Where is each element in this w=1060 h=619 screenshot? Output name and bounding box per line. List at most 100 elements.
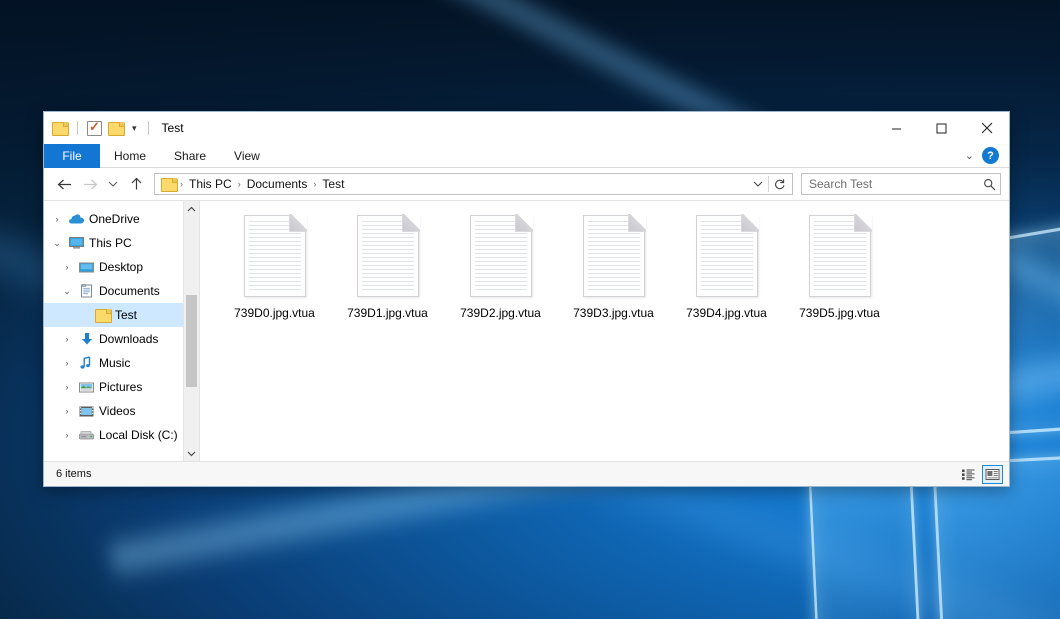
- file-name: 739D0.jpg.vtua: [234, 306, 315, 321]
- new-folder-icon[interactable]: [108, 121, 124, 135]
- ribbon-tab-bar: File Home Share View ⌄ ?: [44, 144, 1009, 168]
- tab-file[interactable]: File: [44, 144, 100, 168]
- file-item[interactable]: 739D0.jpg.vtua: [218, 211, 331, 337]
- close-button[interactable]: [964, 112, 1009, 144]
- sidebar-item-desktop[interactable]: › Desktop: [44, 255, 199, 279]
- file-list-pane[interactable]: 739D0.jpg.vtua 739D1.jpg.vtua 739D2.jpg.…: [200, 201, 1009, 461]
- breadcrumb: › This PC › Documents › Test: [179, 177, 747, 191]
- chevron-right-icon[interactable]: ›: [60, 358, 74, 368]
- folder-icon[interactable]: [52, 121, 68, 135]
- minimize-button[interactable]: [874, 112, 919, 144]
- document-file-icon: [357, 215, 419, 297]
- folder-icon: [161, 177, 177, 191]
- title-bar: ▾ Test: [44, 112, 1009, 144]
- properties-icon[interactable]: [87, 121, 102, 136]
- folder-tree: › OneDrive ⌄ This PC ›: [44, 201, 199, 447]
- details-view-button[interactable]: [958, 465, 979, 484]
- sidebar-item-music[interactable]: › Music: [44, 351, 199, 375]
- toolbar-divider: [148, 121, 149, 135]
- explorer-body: › OneDrive ⌄ This PC ›: [44, 200, 1009, 461]
- sidebar-item-downloads[interactable]: › Downloads: [44, 327, 199, 351]
- file-grid: 739D0.jpg.vtua 739D1.jpg.vtua 739D2.jpg.…: [200, 201, 1009, 337]
- chevron-down-icon[interactable]: ⌄: [50, 238, 64, 249]
- chevron-down-icon[interactable]: ⌄: [965, 149, 974, 162]
- file-item[interactable]: 739D5.jpg.vtua: [783, 211, 896, 337]
- document-file-icon: [583, 215, 645, 297]
- address-bar-actions: [747, 174, 790, 194]
- document-file-icon: [470, 215, 532, 297]
- sidebar-item-label: Videos: [99, 404, 135, 418]
- sidebar-item-label: Desktop: [99, 260, 143, 274]
- sidebar-scrollbar[interactable]: [183, 201, 199, 461]
- ribbon-right-controls: ⌄ ?: [965, 144, 1009, 167]
- view-mode-buttons: [958, 465, 1003, 484]
- chevron-right-icon[interactable]: ›: [60, 406, 74, 416]
- chevron-right-icon[interactable]: ›: [60, 382, 74, 392]
- breadcrumb-item-documents[interactable]: Documents: [242, 177, 313, 191]
- monitor-icon: [68, 236, 85, 250]
- document-icon: [78, 284, 95, 298]
- customize-quick-access-caret[interactable]: ▾: [130, 124, 139, 133]
- file-item[interactable]: 739D1.jpg.vtua: [331, 211, 444, 337]
- sidebar-item-videos[interactable]: › Videos: [44, 399, 199, 423]
- sidebar-item-label: Local Disk (C:): [99, 428, 178, 442]
- sidebar-item-test[interactable]: Test: [44, 303, 199, 327]
- chevron-right-icon[interactable]: ›: [50, 214, 64, 224]
- refresh-button[interactable]: [769, 174, 790, 194]
- file-item[interactable]: 739D2.jpg.vtua: [444, 211, 557, 337]
- scroll-up-icon[interactable]: [184, 201, 199, 217]
- file-name: 739D3.jpg.vtua: [573, 306, 654, 321]
- sidebar-item-pictures[interactable]: › Pictures: [44, 375, 199, 399]
- navigation-pane: › OneDrive ⌄ This PC ›: [44, 201, 200, 461]
- search-icon: [983, 178, 996, 191]
- download-icon: [78, 332, 95, 346]
- chevron-down-icon[interactable]: ⌄: [60, 286, 74, 297]
- file-name: 739D5.jpg.vtua: [799, 306, 880, 321]
- scrollbar-thumb[interactable]: [186, 295, 197, 387]
- item-count-label: 6 items: [50, 468, 91, 480]
- up-button[interactable]: [124, 172, 148, 196]
- file-name: 739D2.jpg.vtua: [460, 306, 541, 321]
- breadcrumb-item-this-pc[interactable]: This PC: [184, 177, 237, 191]
- desktop-icon: [78, 261, 95, 274]
- chevron-right-icon[interactable]: ›: [60, 430, 74, 440]
- sidebar-item-this-pc[interactable]: ⌄ This PC: [44, 231, 199, 255]
- sidebar-item-local-disk-c[interactable]: › Local Disk (C:): [44, 423, 199, 447]
- address-bar[interactable]: › This PC › Documents › Test: [154, 173, 793, 195]
- document-file-icon: [696, 215, 758, 297]
- sidebar-item-label: OneDrive: [89, 212, 140, 226]
- address-dropdown-button[interactable]: [747, 174, 768, 194]
- maximize-button[interactable]: [919, 112, 964, 144]
- file-item[interactable]: 739D4.jpg.vtua: [670, 211, 783, 337]
- cloud-icon: [68, 213, 85, 225]
- drive-icon: [78, 429, 95, 442]
- breadcrumb-item-test[interactable]: Test: [317, 177, 349, 191]
- sidebar-item-documents[interactable]: ⌄ Documents: [44, 279, 199, 303]
- sidebar-item-label: Downloads: [99, 332, 158, 346]
- scroll-down-icon[interactable]: [184, 445, 199, 461]
- picture-icon: [78, 381, 95, 394]
- music-icon: [78, 356, 95, 370]
- sidebar-item-label: Test: [115, 308, 137, 322]
- document-file-icon: [244, 215, 306, 297]
- file-item[interactable]: 739D3.jpg.vtua: [557, 211, 670, 337]
- windows-logo-pane: [808, 470, 920, 619]
- chevron-right-icon[interactable]: ›: [60, 262, 74, 272]
- tab-view[interactable]: View: [220, 144, 274, 168]
- tab-home[interactable]: Home: [100, 144, 160, 168]
- search-box[interactable]: [801, 173, 1001, 195]
- sidebar-item-onedrive[interactable]: › OneDrive: [44, 207, 199, 231]
- video-icon: [78, 405, 95, 418]
- forward-button[interactable]: [78, 172, 102, 196]
- tab-share[interactable]: Share: [160, 144, 220, 168]
- sidebar-item-label: Pictures: [99, 380, 142, 394]
- search-input[interactable]: [809, 177, 983, 191]
- help-icon[interactable]: ?: [982, 147, 999, 164]
- chevron-right-icon[interactable]: ›: [60, 334, 74, 344]
- document-file-icon: [809, 215, 871, 297]
- window-controls: [874, 112, 1009, 144]
- toolbar-divider: [77, 121, 78, 135]
- large-icons-view-button[interactable]: [982, 465, 1003, 484]
- recent-locations-button[interactable]: [104, 172, 122, 196]
- back-button[interactable]: [52, 172, 76, 196]
